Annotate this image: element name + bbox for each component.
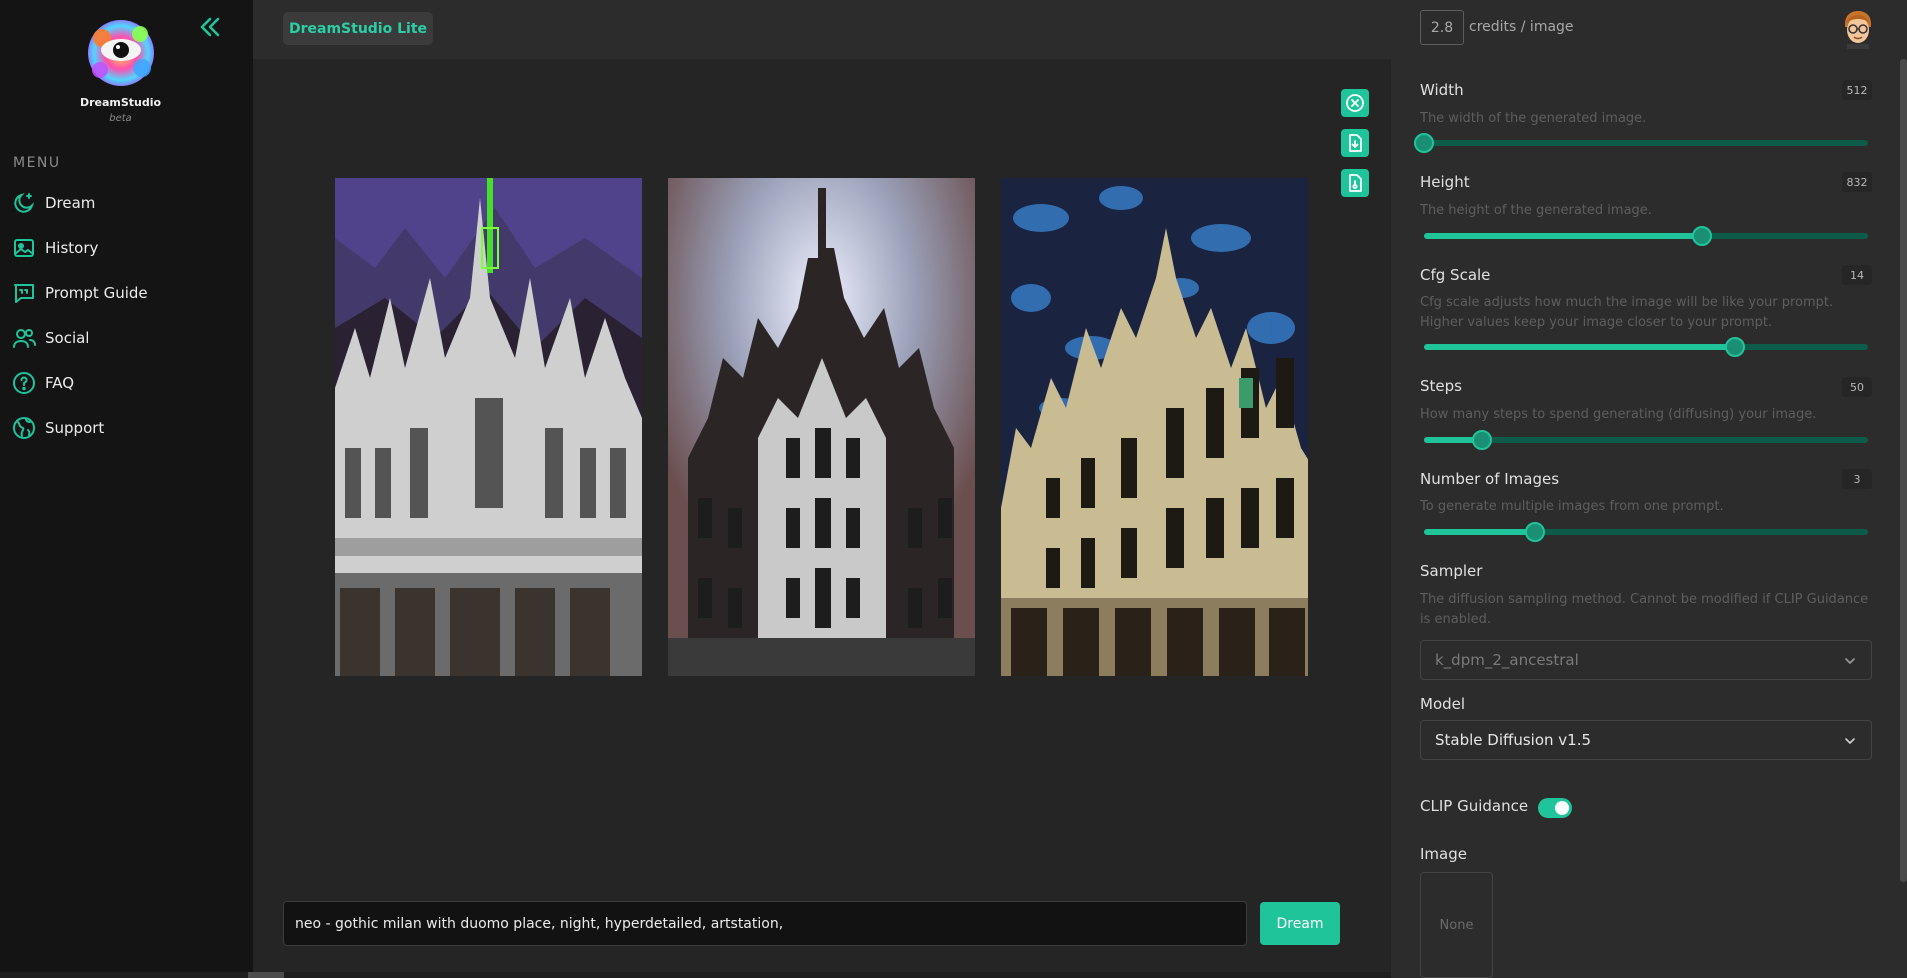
sidebar-item-label: FAQ — [45, 374, 75, 392]
moon-stars-icon — [14, 192, 35, 213]
cfg-scale-slider[interactable] — [1424, 337, 1868, 357]
num-images-description: To generate multiple images from one pro… — [1420, 499, 1724, 514]
height-title: Height — [1420, 173, 1470, 191]
avatar[interactable] — [1841, 9, 1875, 49]
cfg-scale-description: Cfg scale adjusts how much the image wil… — [1420, 295, 1834, 330]
sampler-title: Sampler — [1420, 562, 1483, 580]
dream-button[interactable]: Dream — [1260, 902, 1340, 945]
quote-bubble-icon — [14, 284, 34, 303]
slider-fill — [1424, 344, 1735, 350]
sampler-description: The diffusion sampling method. Cannot be… — [1420, 592, 1869, 627]
sidebar-item-faq[interactable]: FAQ — [12, 369, 74, 397]
generated-image-1[interactable] — [335, 178, 642, 676]
download-icon — [1349, 134, 1362, 152]
slider-thumb[interactable] — [1724, 337, 1745, 357]
num-images-title: Number of Images — [1420, 470, 1560, 488]
slider-thumb[interactable] — [1471, 430, 1492, 450]
chevron-down-icon — [1845, 658, 1855, 664]
width-description: The width of the generated image. — [1420, 111, 1647, 126]
image-title: Image — [1420, 845, 1467, 863]
prompt-field-container — [283, 901, 1247, 946]
top-bar — [253, 0, 1907, 59]
init-image-dropzone[interactable]: None — [1420, 872, 1493, 978]
download-images-button[interactable] — [1341, 129, 1369, 157]
slider-thumb[interactable] — [1414, 133, 1434, 153]
brand-subtitle: beta — [109, 113, 132, 124]
collapse-sidebar-icon[interactable] — [197, 14, 223, 40]
sidebar-item-support[interactable]: Support — [12, 414, 104, 442]
sidebar-item-label: Dream — [45, 194, 96, 212]
model-select[interactable]: Stable Diffusion v1.5 — [1420, 720, 1872, 760]
cfg-scale-value[interactable]: 14 — [1842, 265, 1872, 285]
sidebar-item-social[interactable]: Social — [12, 324, 89, 352]
width-value[interactable]: 512 — [1842, 80, 1872, 100]
toggle-knob — [1555, 801, 1569, 815]
sidebar-item-label: History — [45, 239, 99, 257]
menu-label: MENU — [13, 155, 61, 171]
question-circle-icon — [13, 372, 35, 394]
export-file-button[interactable] — [1341, 169, 1369, 197]
slider-thumb[interactable] — [1525, 522, 1545, 542]
slider-fill — [1424, 529, 1535, 535]
sidebar-item-history[interactable]: History — [12, 234, 98, 262]
num-images-value[interactable]: 3 — [1842, 469, 1872, 489]
model-title: Model — [1420, 695, 1466, 713]
steps-title: Steps — [1420, 377, 1462, 395]
horizontal-scrollbar-thumb[interactable] — [248, 972, 284, 978]
clip-guidance-title: CLIP Guidance — [1420, 797, 1529, 815]
height-slider[interactable] — [1424, 226, 1868, 246]
sampler-select[interactable]: k_dpm_2_ancestral — [1420, 640, 1872, 680]
width-slider[interactable] — [1414, 133, 1868, 153]
image-icon — [14, 239, 34, 257]
brand-name: DreamStudio — [79, 96, 162, 109]
sidebar-item-label: Prompt Guide — [45, 284, 148, 302]
sidebar-item-label: Support — [45, 419, 105, 437]
cfg-scale-title: Cfg Scale — [1420, 266, 1491, 284]
width-title: Width — [1420, 81, 1464, 99]
dreamstudio-logo — [88, 20, 154, 86]
num-images-slider[interactable] — [1424, 522, 1868, 542]
app-name-badge[interactable]: DreamStudio Lite — [283, 12, 433, 45]
sidebar-item-dream[interactable]: Dream — [12, 189, 95, 217]
sidebar-item-label: Social — [45, 329, 90, 347]
steps-value[interactable]: 50 — [1842, 377, 1872, 397]
sampler-value: k_dpm_2_ancestral — [1435, 651, 1579, 669]
close-icon — [1346, 94, 1364, 112]
chevron-down-icon — [1845, 738, 1855, 744]
steps-description: How many steps to spend generating (diff… — [1420, 407, 1817, 422]
horizontal-scrollbar[interactable] — [0, 972, 1391, 978]
slider-fill — [1424, 233, 1702, 239]
sidebar: DreamStudio beta MENU Dream History Prom… — [0, 0, 253, 978]
height-description: The height of the generated image. — [1420, 203, 1652, 218]
clip-guidance-toggle[interactable] — [1538, 798, 1572, 818]
generated-image-2[interactable] — [668, 178, 975, 676]
prompt-input[interactable] — [295, 915, 1235, 932]
clear-images-button[interactable] — [1341, 89, 1369, 117]
credits-value: 2.8 — [1420, 10, 1464, 45]
credits-label: credits / image — [1469, 19, 1574, 35]
slider-thumb[interactable] — [1691, 226, 1712, 246]
globe-icon — [13, 417, 35, 439]
steps-slider[interactable] — [1424, 430, 1868, 450]
generated-image-3[interactable] — [1001, 178, 1308, 676]
height-value[interactable]: 832 — [1842, 172, 1872, 192]
users-icon — [13, 329, 36, 348]
file-icon — [1349, 174, 1362, 192]
model-value: Stable Diffusion v1.5 — [1435, 731, 1592, 749]
vertical-scrollbar[interactable] — [1900, 59, 1907, 882]
settings-panel — [1391, 59, 1907, 978]
sidebar-item-prompt-guide[interactable]: Prompt Guide — [12, 279, 148, 307]
